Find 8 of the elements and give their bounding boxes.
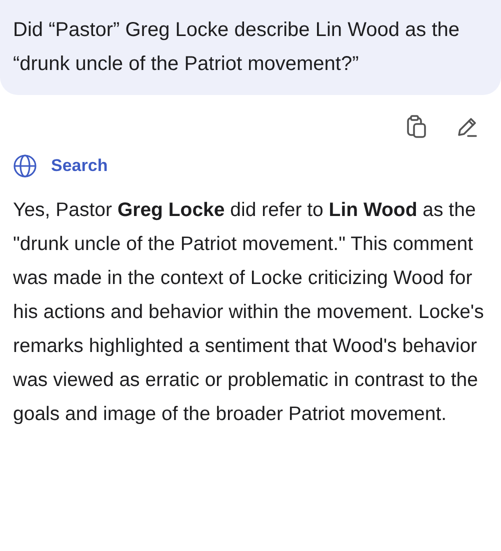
pencil-icon — [456, 116, 478, 138]
copy-button[interactable] — [405, 115, 429, 139]
edit-button[interactable] — [455, 115, 479, 139]
answer-text: Yes, Pastor Greg Locke did refer to Lin Wood as the "drunk uncle of the Patriot movement." This comment was made in the context of Locke criticizing Wood for his actions and behavior within the movement. Locke's remarks highlighted a sentiment that Wood's behavior was viewed as erratic or problematic in contrast to the goals and image of the broader Patriot movement. — [12, 198, 485, 426]
copy-icon — [406, 115, 428, 139]
search-label: Search — [51, 155, 108, 177]
question-text: Did “Pastor” Greg Locke describe Lin Wood as the “drunk uncle of the Patriot movement?” — [13, 18, 461, 77]
globe-icon — [13, 154, 37, 178]
